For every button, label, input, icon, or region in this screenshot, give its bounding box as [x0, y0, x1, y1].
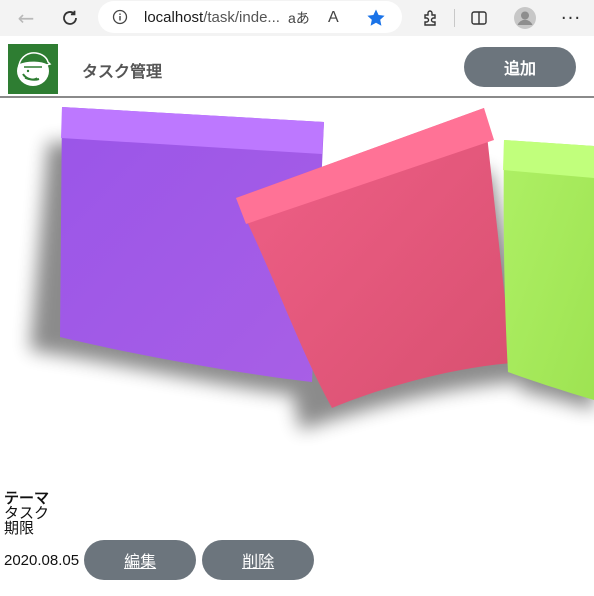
url-path: /task/inde... — [203, 8, 280, 26]
app-header: タスク管理 追加 — [0, 36, 594, 98]
more-menu-icon[interactable]: ··· — [556, 0, 586, 36]
green-sticky-note — [503, 140, 594, 400]
app-title: タスク管理 — [82, 62, 163, 81]
extensions-icon[interactable] — [416, 0, 446, 36]
split-screen-icon[interactable] — [464, 0, 494, 36]
read-aloud-icon[interactable]: aあ — [288, 2, 310, 34]
browser-toolbar: ← localhost/task/inde... aあ A ··· — [0, 0, 594, 36]
reader-icon[interactable]: A — [328, 2, 339, 34]
task-card-footer: 2020.08.05 編集 削除 — [4, 540, 315, 580]
app-logo[interactable] — [8, 44, 58, 94]
deadline-date: 2020.08.05 — [4, 551, 80, 569]
deadline-label: 期限 — [4, 519, 35, 537]
back-icon[interactable]: ← — [8, 0, 44, 36]
refresh-icon[interactable] — [52, 0, 88, 36]
info-icon[interactable] — [112, 9, 128, 25]
toolbar-divider — [454, 9, 455, 27]
favorite-star-icon[interactable] — [366, 2, 386, 34]
url-host: localhost — [144, 8, 204, 26]
profile-avatar-icon[interactable] — [510, 0, 540, 36]
delete-button[interactable]: 削除 — [202, 540, 315, 580]
sticky-notes-image — [30, 107, 594, 430]
task-card-body: テーマ タスク 期限 — [4, 491, 49, 536]
address-bar[interactable]: localhost/task/inde... — [98, 1, 402, 33]
add-task-button[interactable]: 追加 — [464, 47, 576, 87]
edit-button[interactable]: 編集 — [84, 540, 197, 580]
worker-mascot-icon — [17, 52, 52, 86]
